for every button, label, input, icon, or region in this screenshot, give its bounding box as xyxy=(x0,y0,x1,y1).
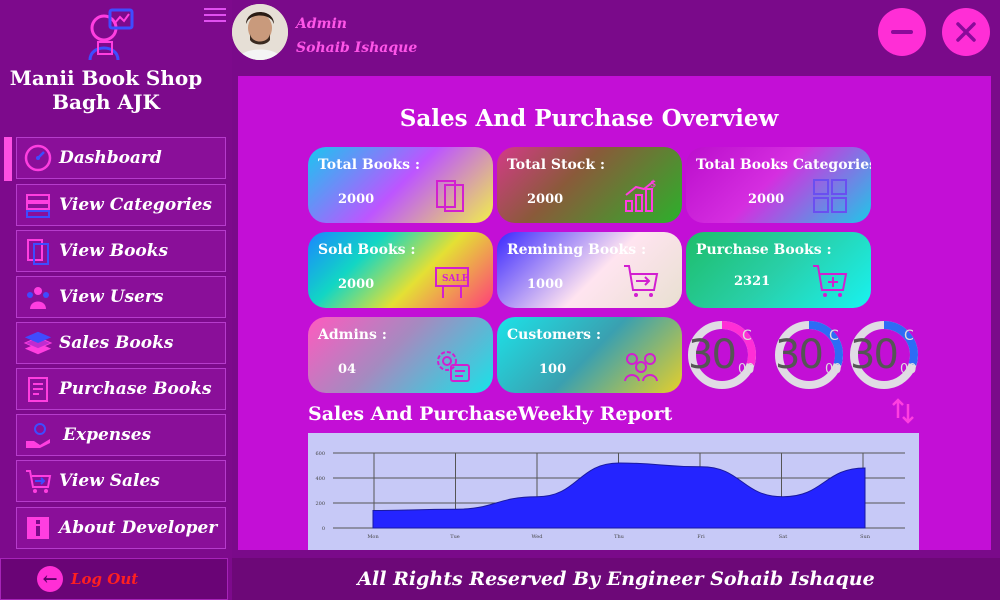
y-tick-label: 0 xyxy=(322,526,325,532)
refresh-icon[interactable] xyxy=(890,398,916,424)
progress-ring: 30 C 00 xyxy=(688,318,758,392)
sidebar-item-label: About Developer xyxy=(59,518,218,538)
receipt-icon xyxy=(23,374,53,404)
dashboard-gauge-icon xyxy=(23,143,53,173)
sidebar-item-label: View Books xyxy=(59,241,169,261)
x-tick-label: Fri xyxy=(697,534,705,540)
x-tick-label: Mon xyxy=(367,534,379,540)
progress-ring: 30 C 00 xyxy=(850,318,920,392)
logout-label: Log Out xyxy=(71,570,139,588)
sidebar-item-label: View Categories xyxy=(59,195,212,215)
sidebar-item-label: View Sales xyxy=(59,471,160,491)
sidebar-item-expenses[interactable]: Expenses xyxy=(16,414,226,456)
sidebar-item-view-categories[interactable]: View Categories xyxy=(16,184,226,226)
sidebar-item-sales-books[interactable]: Sales Books xyxy=(16,322,226,364)
minus-icon xyxy=(891,30,913,34)
x-tick-label: Sun xyxy=(860,534,871,540)
x-tick-label: Thu xyxy=(614,534,625,540)
categories-icon xyxy=(23,190,53,220)
admin-settings-icon xyxy=(437,351,470,382)
hand-money-icon xyxy=(23,420,53,450)
minimize-button[interactable] xyxy=(878,8,926,56)
sidebar: Manii Book Shop Bagh AJK Dashboard View … xyxy=(0,0,232,600)
card-sold-books[interactable]: Sold Books : 2000 SALE xyxy=(308,232,493,308)
report-title: Sales And PurchaseWeekly Report xyxy=(308,403,673,425)
y-tick-label: 200 xyxy=(315,501,325,507)
card-total-books-categories[interactable]: Total Books Categories : 2000 xyxy=(686,147,871,223)
close-icon xyxy=(956,22,976,42)
user-role: Admin xyxy=(296,16,347,32)
sidebar-item-label: Expenses xyxy=(63,425,152,445)
cart-arrow-icon xyxy=(624,265,659,297)
active-nav-marker xyxy=(4,137,12,181)
sale-sign-icon: SALE xyxy=(435,267,469,298)
cart-arrow-icon xyxy=(23,466,53,496)
sidebar-item-label: Purchase Books xyxy=(59,379,212,399)
avatar xyxy=(232,4,288,60)
area-chart: 0 200 400 600 Mon Tue Wed Thu Fri Sat Sun xyxy=(315,451,905,540)
logout-button[interactable]: ← Log Out xyxy=(0,558,228,600)
progress-ring: 30 C 00 xyxy=(775,318,845,392)
users-icon xyxy=(23,282,53,312)
sidebar-item-about-developer[interactable]: About Developer xyxy=(16,507,226,549)
card-customers[interactable]: Customers : 100 xyxy=(497,317,682,393)
footer: All Rights Reserved By Engineer Sohaib I… xyxy=(232,558,1000,600)
x-tick-label: Sat xyxy=(779,534,787,540)
sidebar-item-view-books[interactable]: View Books xyxy=(16,230,226,272)
card-admins[interactable]: Admins : 04 xyxy=(308,317,493,393)
x-tick-label: Tue xyxy=(450,534,460,540)
series-area xyxy=(372,462,866,529)
sidebar-item-purchase-books[interactable]: Purchase Books xyxy=(16,368,226,410)
arrow-left-icon: ← xyxy=(37,566,63,592)
customers-icon xyxy=(624,353,658,382)
stock-chart-icon: $ xyxy=(625,179,656,212)
svg-text:SALE: SALE xyxy=(442,274,469,284)
user-name: Sohaib Ishaque xyxy=(296,40,418,56)
sidebar-item-dashboard[interactable]: Dashboard xyxy=(16,137,226,179)
sidebar-item-label: View Users xyxy=(59,287,164,307)
hamburger-menu-icon[interactable] xyxy=(204,4,226,24)
info-icon xyxy=(23,513,53,543)
reader-logo-icon xyxy=(82,6,138,62)
card-total-stock[interactable]: Total Stock : 2000 $ xyxy=(497,147,682,223)
book-stack-icon xyxy=(23,328,53,358)
x-tick-label: Wed xyxy=(532,534,544,540)
page-title: Sales And Purchase Overview xyxy=(399,105,779,132)
card-total-books[interactable]: Total Books : 2000 xyxy=(308,147,493,223)
grid-icon xyxy=(813,179,847,213)
close-button[interactable] xyxy=(942,8,990,56)
card-remaining-books[interactable]: Remining Books : 1000 xyxy=(497,232,682,308)
weekly-report-chart: 0 200 400 600 Mon Tue Wed Thu Fri Sat Sun xyxy=(308,433,919,550)
y-tick-label: 600 xyxy=(315,451,325,457)
books-icon xyxy=(23,236,53,266)
y-tick-label: 400 xyxy=(315,476,325,482)
sidebar-item-label: Dashboard xyxy=(59,148,162,168)
card-purchase-books[interactable]: Purchase Books : 2321 xyxy=(686,232,871,308)
sidebar-item-label: Sales Books xyxy=(59,333,174,353)
sidebar-item-view-sales[interactable]: View Sales xyxy=(16,460,226,502)
sidebar-item-view-users[interactable]: View Users xyxy=(16,276,226,318)
svg-text:$: $ xyxy=(650,179,656,190)
books-icon xyxy=(436,180,464,212)
cart-plus-icon xyxy=(813,265,848,297)
